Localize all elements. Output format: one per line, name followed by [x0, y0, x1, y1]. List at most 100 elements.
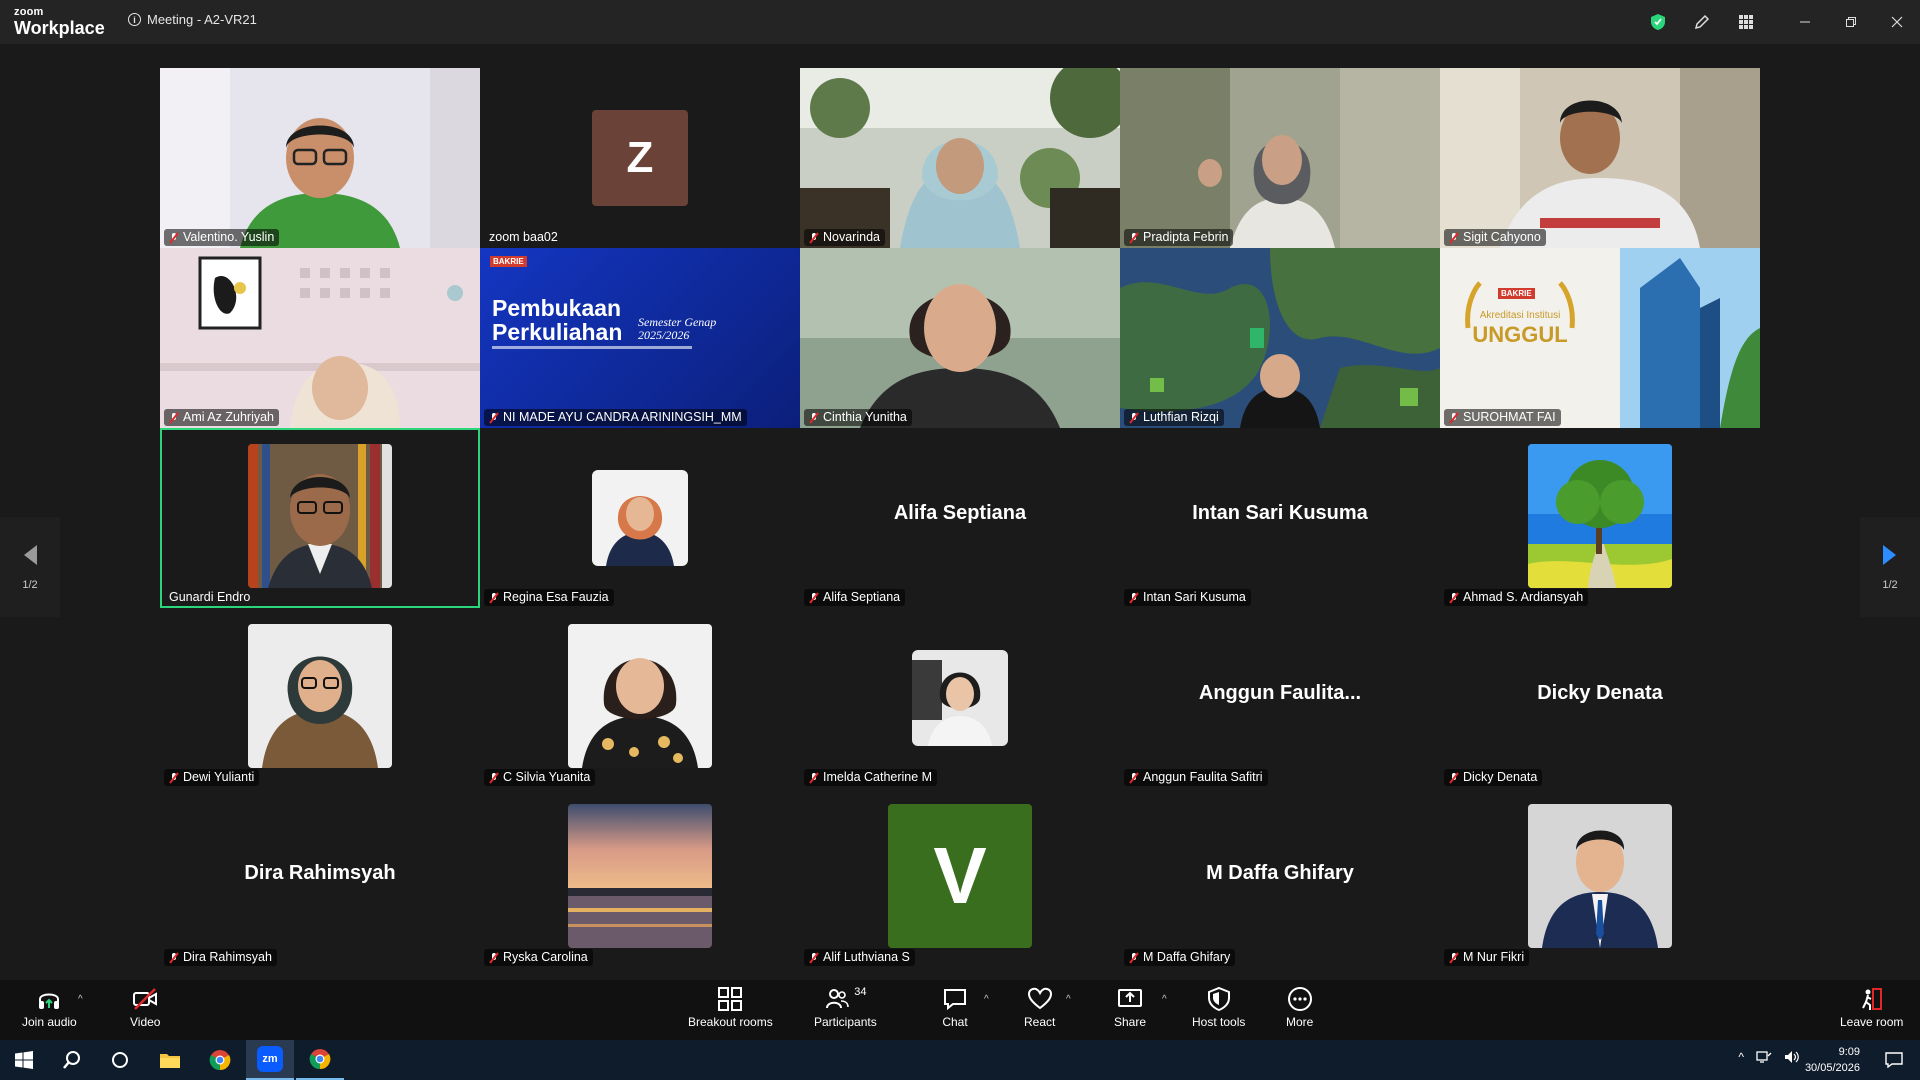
muted-mic-icon — [489, 951, 499, 964]
next-page-button[interactable]: 1/2 — [1860, 517, 1920, 617]
file-explorer-button[interactable] — [146, 1040, 194, 1080]
share-screen-icon — [1118, 989, 1143, 1007]
chrome-window-taskbar-button[interactable] — [296, 1040, 344, 1080]
join-audio-button[interactable]: Join audio — [22, 986, 77, 1029]
participant-name: Valentino. Yuslin — [183, 230, 275, 244]
participant-tile[interactable]: Luthfian Rizqi — [1120, 248, 1440, 428]
info-icon[interactable]: i — [128, 13, 141, 26]
participant-tile[interactable]: Ami Az Zuhriyah — [160, 248, 480, 428]
chat-options-chevron-icon[interactable]: ^ — [984, 994, 989, 1005]
participant-tile[interactable]: Novarinda — [800, 68, 1120, 248]
start-button[interactable] — [0, 1040, 48, 1080]
share-button[interactable]: Share — [1114, 986, 1146, 1029]
participant-tile[interactable]: BAKRIE Pembukaan Perkuliahan Semester Ge… — [480, 248, 800, 428]
zoom-app-icon: zm — [257, 1046, 283, 1072]
system-clock[interactable]: 9:09 30/05/2026 — [1805, 1044, 1860, 1076]
meeting-info[interactable]: i Meeting - A2-VR21 — [128, 12, 257, 27]
volume-icon[interactable] — [1784, 1050, 1800, 1064]
participant-tile[interactable]: M Daffa Ghifary M Daffa Ghifary — [1120, 788, 1440, 968]
participant-tile[interactable]: C Silvia Yuanita — [480, 608, 800, 788]
react-options-chevron-icon[interactable]: ^ — [1066, 994, 1071, 1005]
host-tools-button[interactable]: Host tools — [1192, 986, 1245, 1029]
participants-button[interactable]: 34 Participants — [814, 986, 877, 1029]
react-button[interactable]: React — [1024, 986, 1055, 1029]
participant-tile[interactable]: Dewi Yulianti — [160, 608, 480, 788]
video-off-icon — [133, 988, 158, 1010]
chrome-taskbar-button[interactable] — [196, 1040, 244, 1080]
participant-tile[interactable]: Ahmad S. Ardiansyah — [1440, 428, 1760, 608]
page-indicator-left: 1/2 — [22, 579, 38, 591]
tray-expand-chevron-icon[interactable]: ^ — [1738, 1050, 1744, 1064]
previous-page-button[interactable]: 1/2 — [0, 517, 60, 617]
breakout-rooms-button[interactable]: Breakout rooms — [688, 986, 773, 1029]
apps-grid-icon[interactable] — [1724, 0, 1768, 44]
network-icon[interactable] — [1756, 1050, 1772, 1064]
profile-picture — [568, 804, 712, 948]
breakout-rooms-label: Breakout rooms — [688, 1015, 773, 1029]
participant-tile[interactable]: Sigit Cahyono — [1440, 68, 1760, 248]
participant-name: Anggun Faulita Safitri — [1143, 770, 1263, 784]
participant-tile[interactable]: Anggun Faulita... Anggun Faulita Safitri — [1120, 608, 1440, 788]
participant-tile[interactable]: Cinthia Yunitha — [800, 248, 1120, 428]
restore-button[interactable] — [1828, 0, 1874, 44]
notifications-button[interactable] — [1874, 1040, 1914, 1080]
search-button[interactable] — [48, 1040, 96, 1080]
participant-tile[interactable]: Dicky Denata Dicky Denata — [1440, 608, 1760, 788]
notification-icon — [1885, 1052, 1903, 1068]
cortana-icon — [112, 1052, 128, 1068]
participant-tile[interactable]: Intan Sari Kusuma Intan Sari Kusuma — [1120, 428, 1440, 608]
participant-name: zoom baa02 — [489, 230, 558, 244]
participant-tile[interactable]: Dira Rahimsyah Dira Rahimsyah — [160, 788, 480, 968]
participants-count: 34 — [854, 986, 867, 998]
minimize-button[interactable] — [1782, 0, 1828, 44]
participant-tile[interactable]: V Alif Luthviana S — [800, 788, 1120, 968]
name-tag: Sigit Cahyono — [1444, 229, 1546, 246]
zoom-taskbar-button[interactable]: zm — [246, 1040, 294, 1080]
chrome-icon — [309, 1049, 331, 1070]
close-button[interactable] — [1874, 0, 1920, 44]
participant-tile[interactable]: Pradipta Febrin — [1120, 68, 1440, 248]
name-tag: Dewi Yulianti — [164, 769, 260, 786]
participant-tile[interactable]: M Nur Fikri — [1440, 788, 1760, 968]
university-logo: BAKRIE — [1498, 288, 1535, 299]
pen-icon[interactable] — [1680, 0, 1724, 44]
participant-tile[interactable]: Imelda Catherine M — [800, 608, 1120, 788]
participant-display-name: M Daffa Ghifary — [1206, 862, 1354, 884]
arrow-left-icon — [24, 545, 37, 565]
participant-tile[interactable]: Z zoom baa02 — [480, 68, 800, 248]
participant-tile[interactable]: BAKRIE Akreditasi Institusi UNGGUL SUROH… — [1440, 248, 1760, 428]
participant-tile[interactable]: Valentino. Yuslin — [160, 68, 480, 248]
clock-time: 9:09 — [1838, 1046, 1860, 1058]
chat-button[interactable]: Chat — [942, 986, 968, 1029]
muted-mic-icon — [1449, 591, 1459, 604]
name-tag: Dicky Denata — [1444, 769, 1543, 786]
more-button[interactable]: More — [1286, 986, 1313, 1029]
participant-grid: Valentino. Yuslin Z zoom baa02 Novarinda — [160, 68, 1760, 968]
participant-video — [800, 68, 1120, 248]
zoom-logo: zoom Workplace — [14, 7, 105, 38]
participant-video — [160, 68, 480, 248]
participant-tile[interactable]: Alifa Septiana Alifa Septiana — [800, 428, 1120, 608]
audio-options-chevron-icon[interactable]: ^ — [78, 994, 83, 1005]
muted-mic-icon — [1129, 231, 1139, 244]
participant-name: Novarinda — [823, 230, 880, 244]
participant-video — [1440, 68, 1760, 248]
name-tag: Gunardi Endro — [164, 589, 255, 606]
participant-name: Imelda Catherine M — [823, 770, 933, 784]
video-button[interactable]: Video — [130, 986, 160, 1029]
share-options-chevron-icon[interactable]: ^ — [1162, 994, 1167, 1005]
participant-tile-active-speaker[interactable]: Gunardi Endro — [160, 428, 480, 608]
participant-name: Pradipta Febrin — [1143, 230, 1229, 244]
participant-tile[interactable]: Regina Esa Fauzia — [480, 428, 800, 608]
slide-title-line-2: Perkuliahan — [492, 319, 623, 345]
participant-name: Intan Sari Kusuma — [1143, 590, 1246, 604]
participant-name: M Daffa Ghifary — [1143, 950, 1231, 964]
participant-name: SUROHMAT FAI — [1463, 410, 1556, 424]
encryption-shield-icon[interactable] — [1636, 0, 1680, 44]
participant-tile[interactable]: Ryska Carolina — [480, 788, 800, 968]
leave-room-button[interactable]: Leave room — [1840, 986, 1903, 1029]
task-view-button[interactable] — [96, 1040, 144, 1080]
muted-mic-icon — [1129, 951, 1139, 964]
muted-mic-icon — [169, 411, 179, 424]
name-tag: Ryska Carolina — [484, 949, 593, 966]
